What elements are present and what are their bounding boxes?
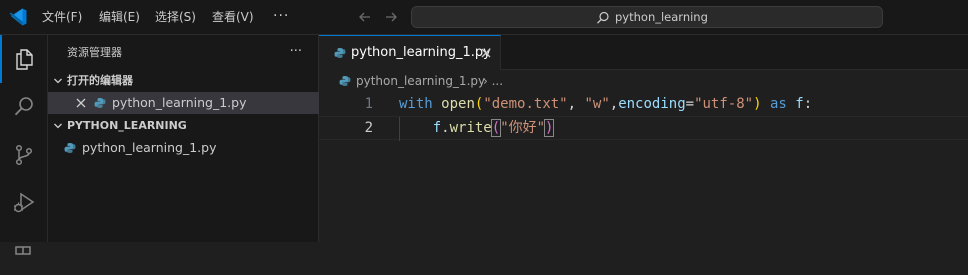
menu-file[interactable]: 文件(F) [42, 0, 82, 35]
code-token: "demo.txt" [483, 96, 568, 112]
active-indicator [0, 35, 2, 83]
code-token: encoding [618, 96, 686, 112]
code-token: ) [753, 96, 762, 112]
tab-python-learning-1[interactable]: python_learning_1.py [319, 35, 501, 70]
code-token: , [609, 96, 619, 112]
search-icon [597, 11, 609, 24]
breadcrumb: python_learning_1.py › ... [319, 70, 968, 92]
folder-file-item[interactable]: python_learning_1.py [48, 137, 319, 159]
menu-edit[interactable]: 编辑(E) [99, 0, 140, 35]
code-token: f [795, 96, 804, 112]
code-line-text: with open("demo.txt", "w",encoding="utf-… [399, 92, 812, 116]
title-bar: 文件(F) 编辑(E) 选择(S) 查看(V) ··· python_learn… [0, 0, 968, 35]
close-icon[interactable] [75, 97, 87, 109]
chevron-down-icon [54, 123, 62, 129]
activity-run-debug[interactable] [0, 179, 48, 227]
activity-explorer[interactable] [0, 35, 48, 83]
python-file-icon [64, 143, 76, 153]
search-icon [14, 97, 33, 116]
breadcrumb-file[interactable]: python_learning_1.py [356, 70, 485, 92]
python-file-icon [334, 48, 346, 58]
code-token: = [685, 96, 695, 112]
open-editor-filename: python_learning_1.py [112, 95, 247, 110]
command-center[interactable]: python_learning [411, 6, 883, 28]
code-line-text: f.write("你好") [399, 117, 555, 139]
code-token: open [441, 96, 475, 112]
editor-area: python_learning_1.py python_learning_1.p… [319, 35, 968, 242]
code-token: : [803, 96, 813, 112]
code-token: f [432, 120, 442, 136]
code-token: write [449, 120, 492, 136]
close-icon[interactable] [480, 47, 492, 59]
code-line-current[interactable]: 2 f.write("你好") [319, 116, 968, 141]
explorer-sidebar: 资源管理器 ··· 打开的编辑器 python_learning_1.py PY… [48, 35, 319, 242]
files-icon [16, 49, 33, 70]
vscode-logo-icon [9, 8, 27, 26]
activity-source-control[interactable] [0, 131, 48, 179]
tab-label: python_learning_1.py [351, 45, 491, 60]
menu-more-button[interactable]: ··· [273, 0, 289, 35]
sidebar-more-button[interactable]: ··· [290, 35, 302, 70]
code-token: "你好" [500, 120, 546, 136]
line-number: 1 [364, 96, 373, 112]
line-number: 2 [364, 120, 373, 136]
forward-arrow-icon[interactable] [382, 8, 400, 26]
folder-header[interactable]: PYTHON_LEARNING [48, 115, 319, 137]
extensions-icon [15, 246, 31, 255]
menu-selection[interactable]: 选择(S) [155, 0, 196, 35]
code-line[interactable]: 1 with open("demo.txt", "w",encoding="ut… [319, 92, 968, 116]
code-token: with [399, 96, 433, 112]
activity-search[interactable] [0, 83, 48, 131]
back-arrow-icon[interactable] [356, 8, 374, 26]
python-file-icon [94, 98, 106, 108]
code-token: , [567, 96, 585, 112]
activity-bar [0, 35, 48, 255]
code-token: as [769, 96, 787, 112]
menu-view[interactable]: 查看(V) [212, 0, 254, 35]
open-editors-header[interactable]: 打开的编辑器 [48, 70, 319, 92]
folder-file-name: python_learning_1.py [82, 140, 217, 155]
code-token: ( [490, 119, 502, 137]
sidebar-title: 资源管理器 [67, 46, 122, 59]
open-editor-item[interactable]: python_learning_1.py [48, 92, 319, 114]
run-debug-icon [14, 192, 35, 213]
code-token: "utf-8" [694, 96, 754, 112]
tab-bar: python_learning_1.py [319, 35, 968, 70]
folder-label: PYTHON_LEARNING [67, 119, 187, 132]
code-token: . [441, 120, 450, 136]
code-token: "w" [584, 96, 610, 112]
activity-extensions[interactable] [0, 227, 48, 275]
command-center-label: python_learning [615, 10, 708, 24]
python-file-icon [339, 76, 351, 86]
open-editors-label: 打开的编辑器 [67, 74, 133, 87]
source-control-icon [15, 144, 33, 166]
chevron-down-icon [54, 78, 62, 84]
code-token: ) [543, 119, 555, 137]
breadcrumb-symbols[interactable]: › ... [483, 70, 503, 92]
